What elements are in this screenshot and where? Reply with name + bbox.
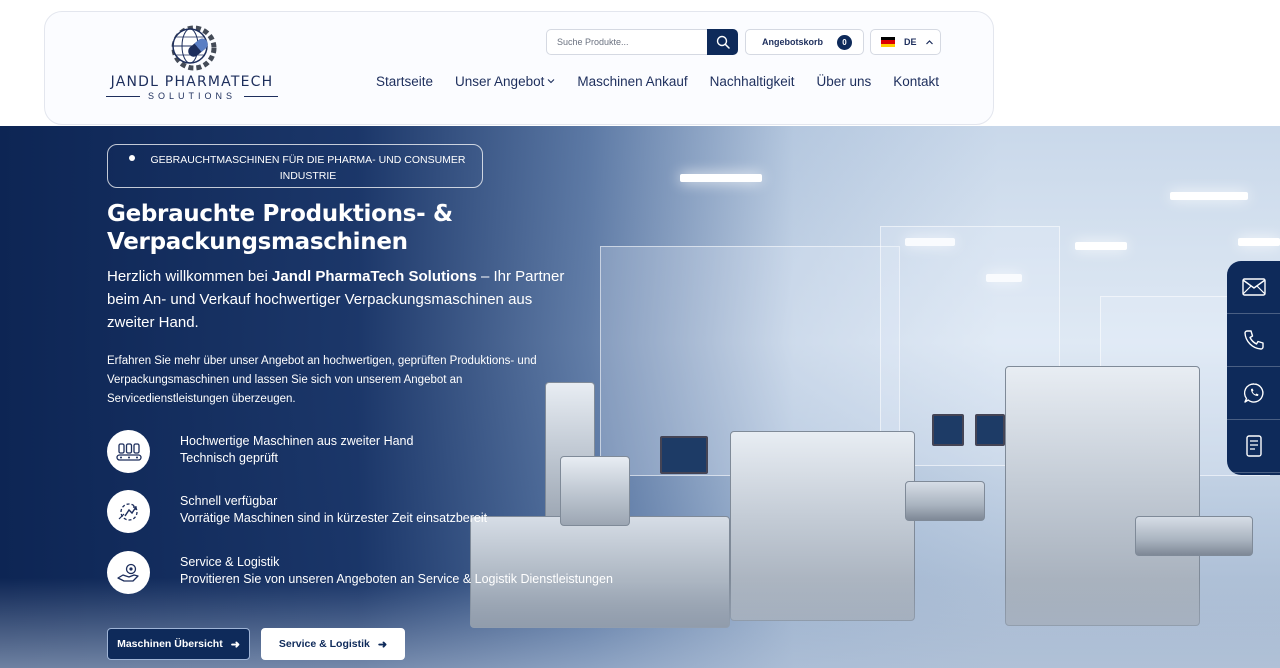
chevron-down-icon [547,79,555,84]
search-icon [716,35,730,49]
ceiling-light [1170,192,1248,200]
bullet-dot [129,155,135,161]
nav-item-unser-angebot[interactable]: Unser Angebot [455,72,555,90]
ceiling-light [1075,242,1127,250]
arrow-right-icon: ➜ [230,638,240,651]
language-selector[interactable]: DE [870,29,941,55]
nav-label: Nachhaltigkeit [709,73,795,89]
contact-phone-button[interactable] [1227,314,1280,367]
arrow-right-icon: ➜ [377,638,388,651]
hero-tagline-badge: GEBRAUCHTMASCHINEN FÜR DIE PHARMA- UND C… [107,144,483,188]
feature-title: Schnell verfügbar [180,494,278,508]
feature-text: Provitieren Sie von unseren Angeboten an… [180,572,613,586]
cart-count-badge: 0 [837,34,853,50]
contact-sidebar [1227,261,1280,475]
language-label: DE [904,37,917,47]
nav-label: Über uns [816,73,872,89]
ceiling-light [680,174,762,182]
contact-mail-button[interactable] [1227,261,1280,314]
nav-label: Maschinen Ankauf [577,73,688,89]
service-logistics-button[interactable]: Service & Logistik ➜ [261,628,405,660]
hero-intro: Herzlich willkommen bei Jandl PharmaTech… [107,265,567,334]
nav-item-kontakt[interactable]: Kontakt [893,72,939,90]
button-label: Maschinen Übersicht [117,638,223,650]
feature-title: Hochwertige Maschinen aus zweiter Hand [180,434,414,448]
cart-label: Angebotskorb [762,37,824,47]
phone-icon [1243,330,1264,350]
company-logo[interactable]: JANDL PHARMATECH SOLUTIONS [104,22,280,104]
intro-brand: Jandl PharmaTech Solutions [272,268,477,285]
ceiling-light [1238,238,1280,246]
nav-item-startseite[interactable]: Startseite [376,72,433,90]
service-hand-icon [107,551,150,594]
machine-control-screen [932,414,964,446]
whatsapp-icon [1243,383,1264,403]
nav-item-maschinen-ankauf[interactable]: Maschinen Ankauf [577,72,687,90]
search-bar [546,29,738,55]
document-icon [1245,435,1262,457]
feature-item: Hochwertige Maschinen aus zweiter Hand T… [107,430,627,474]
logo-divider [244,96,278,97]
feature-text: Vorrätige Maschinen sind in kürzester Ze… [180,511,488,525]
quote-cart-button[interactable]: Angebotskorb 0 [745,29,864,55]
nav-label: Kontakt [893,73,940,89]
conveyor-bottles-icon [107,430,150,473]
search-input[interactable] [546,29,708,55]
machines-overview-button[interactable]: Maschinen Übersicht ➜ [107,628,250,660]
feature-text: Technisch geprüft [180,451,278,465]
mail-icon [1241,278,1266,296]
button-label: Service & Logistik [278,638,370,650]
machine-control-screen [975,414,1005,446]
chevron-up-icon [925,39,933,44]
feature-title: Service & Logistik [180,555,280,569]
nav-label: Unser Angebot [455,73,545,89]
cartoning-machine [1135,516,1253,556]
nav-item-nachhaltigkeit[interactable]: Nachhaltigkeit [710,72,795,90]
search-button[interactable] [707,29,738,55]
machine-control-screen [660,436,708,474]
fast-delivery-icon [107,490,150,533]
hero-title: Gebrauchte Produktions- & Verpackungsmas… [107,201,453,255]
main-navigation: Startseite Unser Angebot Maschinen Ankau… [376,72,939,90]
feature-item: Service & Logistik Provitieren Sie von u… [107,551,627,595]
nav-item-ueber-uns[interactable]: Über uns [816,72,871,90]
hero-description: Erfahren Sie mehr über unser Angebot an … [107,355,537,405]
germany-flag-icon [881,37,895,47]
contact-document-button[interactable] [1227,420,1280,473]
intro-prefix: Herzlich willkommen bei [107,268,273,285]
conveyor-unit [905,481,985,521]
hero-tagline: GEBRAUCHTMASCHINEN FÜR DIE PHARMA- UND C… [150,154,466,182]
contact-whatsapp-button[interactable] [1227,367,1280,420]
nav-label: Startseite [376,73,434,89]
feature-item: Schnell verfügbar Vorrätige Maschinen si… [107,490,627,534]
logo-name: JANDL PHARMATECH [110,74,274,90]
pill-globe-gear-icon [171,25,217,71]
